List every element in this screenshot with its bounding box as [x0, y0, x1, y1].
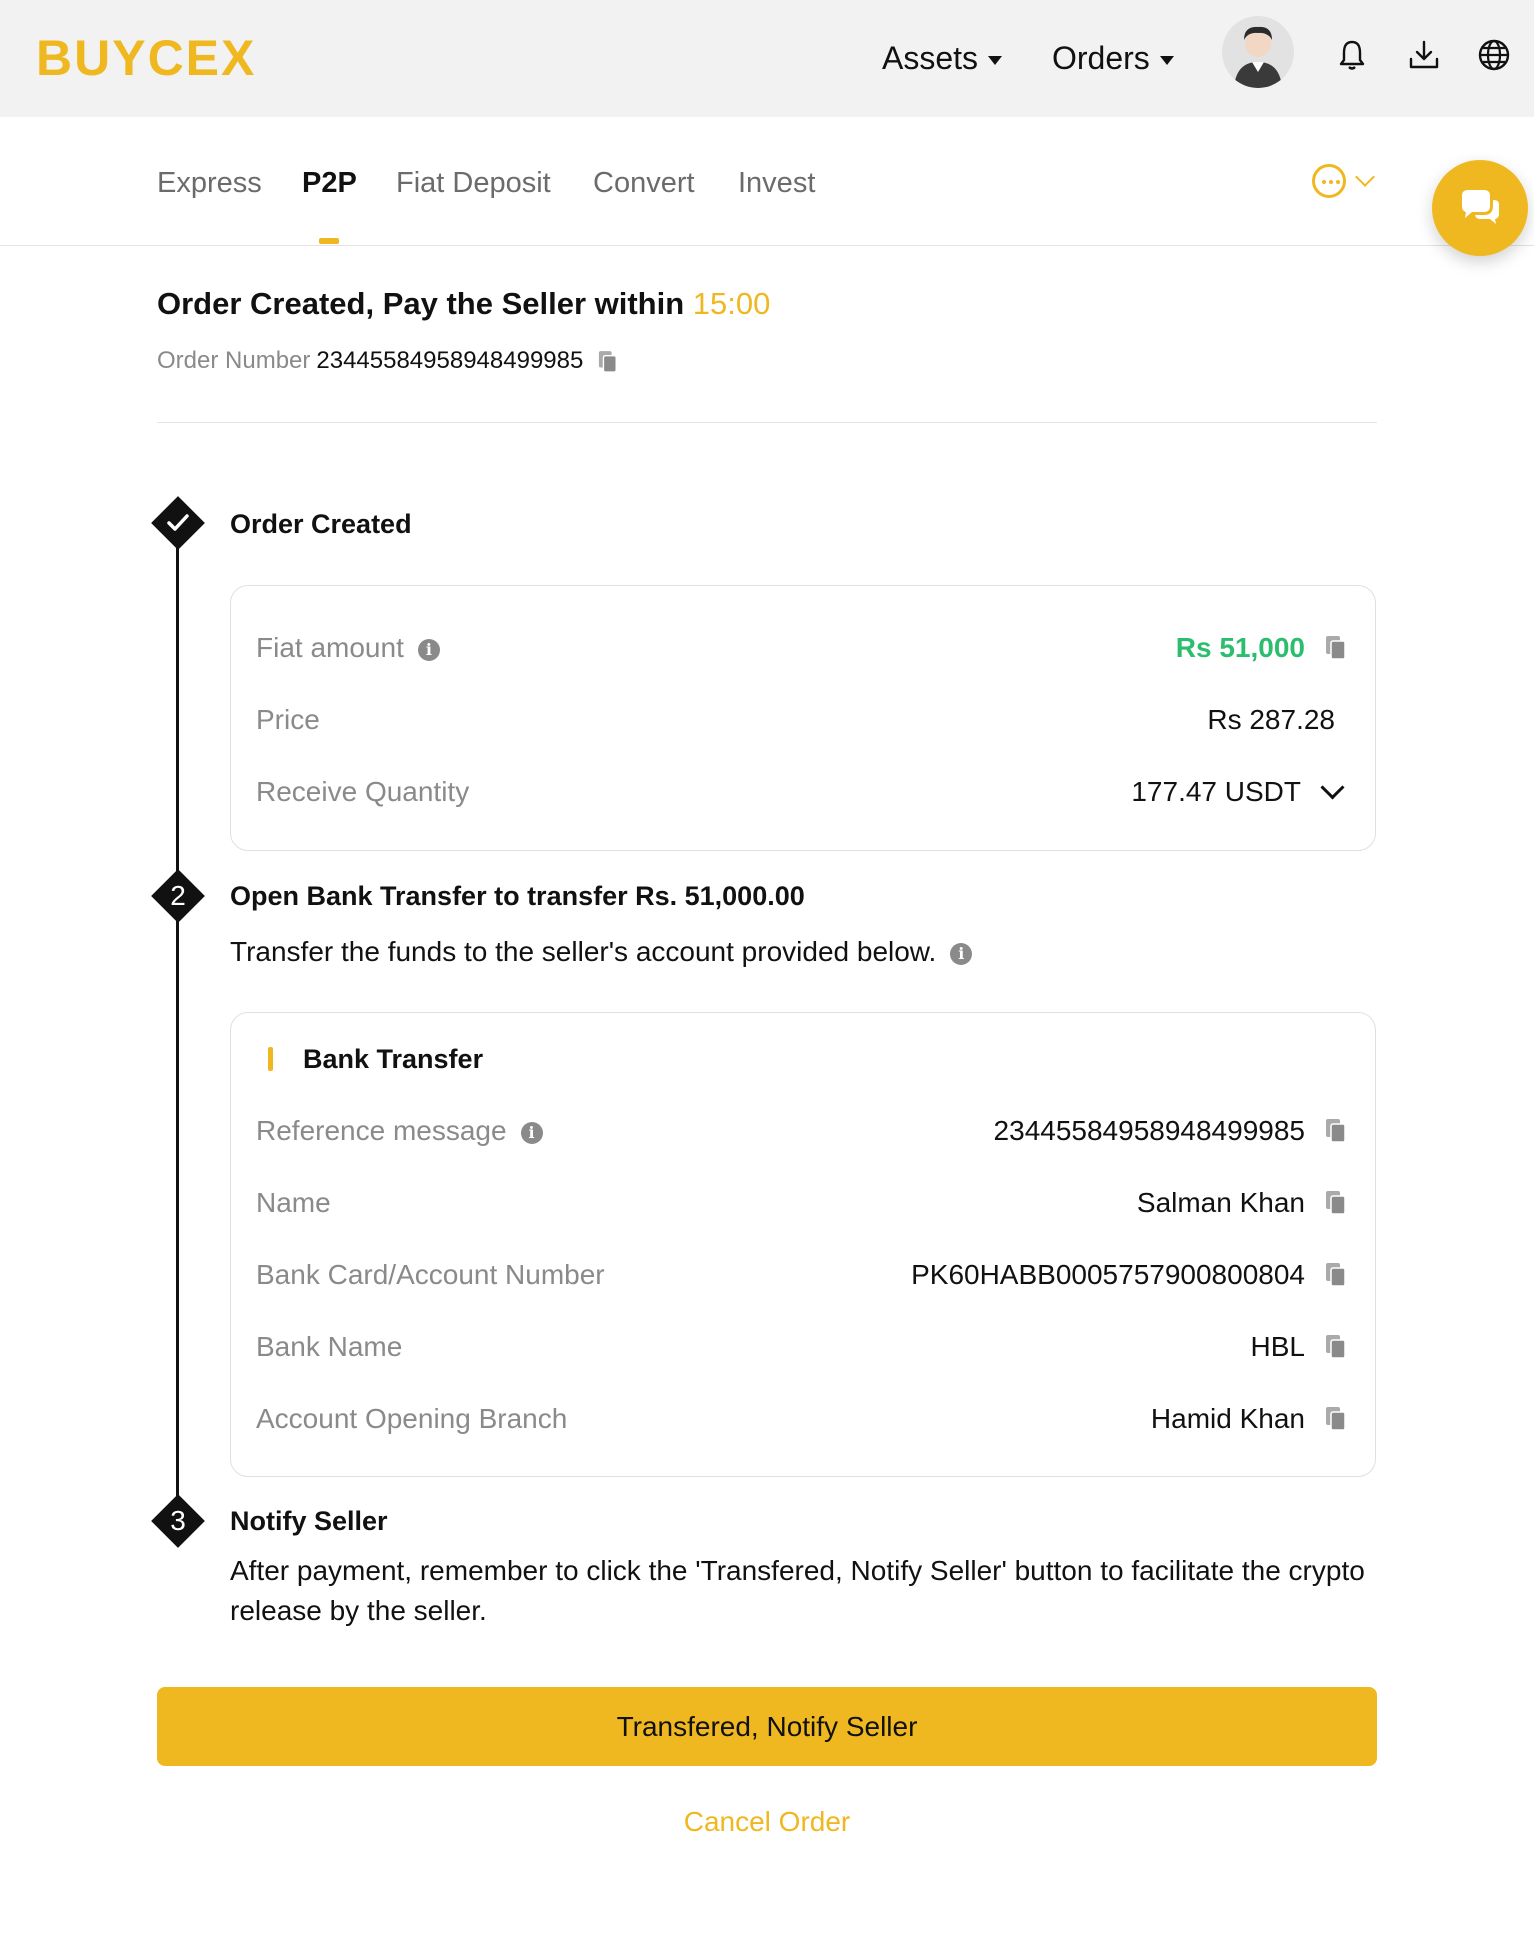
assets-menu[interactable]: Assets [882, 36, 1003, 80]
tab-convert[interactable]: Convert [593, 165, 695, 201]
notify-seller-button[interactable]: Transfered, Notify Seller [157, 1687, 1377, 1766]
sub-navigation: Express P2P Fiat Deposit Convert Invest [0, 117, 1534, 246]
step-3-description: After payment, remember to click the 'Tr… [230, 1555, 1365, 1626]
cancel-order-link[interactable]: Cancel Order [0, 1802, 1534, 1842]
step-3-title: Notify Seller [230, 1506, 388, 1536]
tab-invest[interactable]: Invest [738, 165, 815, 201]
step-2-title: Open Bank Transfer to transfer Rs. 51,00… [230, 881, 805, 911]
download-icon[interactable] [1406, 37, 1442, 73]
bank-accent-bar [268, 1047, 273, 1071]
step-3-number: 3 [170, 1505, 186, 1536]
branch-value: Hamid Khan [1150, 1403, 1305, 1434]
name-label: Name [256, 1187, 331, 1218]
assets-menu-label: Assets [882, 40, 979, 76]
copy-icon[interactable] [598, 350, 618, 374]
top-header: BUYCEX Assets Orders [0, 0, 1534, 117]
bank-transfer-card: Bank Transfer Reference message i 2344558… [230, 1012, 1376, 1477]
order-title-text: Order Created, Pay the Seller within [157, 286, 685, 321]
copy-icon[interactable] [1325, 1190, 1347, 1216]
globe-icon[interactable] [1476, 37, 1512, 73]
info-icon[interactable]: i [417, 638, 440, 661]
tab-p2p[interactable]: P2P [302, 165, 357, 201]
tab-fiat-deposit[interactable]: Fiat Deposit [396, 165, 551, 201]
order-number-value: 23445584958948499985 [316, 347, 584, 374]
buycex-logo[interactable]: BUYCEX [36, 30, 256, 86]
branch-label: Account Opening Branch [256, 1403, 568, 1434]
tab-express[interactable]: Express [157, 165, 262, 201]
price-label: Price [256, 704, 320, 735]
caret-down-icon [988, 56, 1003, 66]
step-1-title: Order Created [230, 509, 412, 539]
chevron-down-icon[interactable] [1320, 775, 1345, 800]
order-number-label: Order Number [157, 347, 311, 374]
chat-button[interactable] [1432, 160, 1528, 256]
copy-icon[interactable] [1325, 1118, 1347, 1144]
copy-icon[interactable] [1325, 1262, 1347, 1288]
more-icon[interactable] [1312, 164, 1346, 198]
section-divider [157, 422, 1377, 423]
copy-icon[interactable] [1325, 1334, 1347, 1360]
chat-icon [1462, 190, 1499, 224]
order-summary-card: Fiat amount i Rs 51,000 Price Rs 287.28 R… [230, 585, 1376, 851]
account-number-value: PK60HABB0005757900800804 [911, 1259, 1305, 1290]
orders-menu-label: Orders [1052, 40, 1150, 76]
name-value: Salman Khan [1136, 1187, 1305, 1218]
reference-message-label: Reference message i [256, 1111, 543, 1151]
bell-icon[interactable] [1334, 37, 1370, 73]
order-number-row: Order Number 23445584958948499985 [157, 344, 618, 378]
fiat-amount-label: Fiat amount i [256, 628, 440, 668]
fiat-amount-value: Rs 51,000 [1175, 632, 1305, 663]
bank-name-label: Bank Name [256, 1331, 403, 1362]
info-icon[interactable]: i [950, 942, 973, 965]
copy-icon[interactable] [1325, 635, 1347, 661]
receive-quantity-value: 177.47 USDT [1131, 776, 1301, 807]
reference-message-value: 23445584958948499985 [993, 1115, 1305, 1146]
order-title: Order Created, Pay the Seller within 15:… [157, 284, 770, 324]
bank-name-value: HBL [1250, 1331, 1305, 1362]
bank-transfer-title: Bank Transfer [303, 1044, 484, 1074]
copy-icon[interactable] [1325, 1406, 1347, 1432]
price-value: Rs 287.28 [1207, 704, 1335, 735]
user-avatar[interactable] [1222, 16, 1294, 88]
orders-menu[interactable]: Orders [1052, 36, 1174, 80]
receive-quantity-label: Receive Quantity [256, 776, 470, 807]
check-icon [167, 514, 189, 531]
countdown-timer: 15:00 [692, 286, 771, 321]
step-2-description: Transfer the funds to the seller's accou… [230, 932, 1380, 972]
account-number-label: Bank Card/Account Number [256, 1259, 605, 1290]
info-icon[interactable]: i [520, 1121, 543, 1144]
timeline-line [176, 525, 179, 1525]
active-tab-indicator [319, 238, 339, 244]
caret-down-icon [1159, 56, 1174, 66]
step-2-number: 2 [170, 880, 186, 911]
